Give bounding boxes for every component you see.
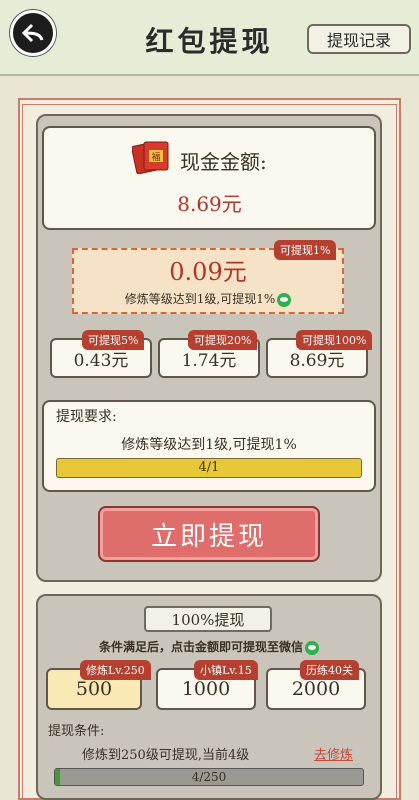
level-tag: 小镇Lv.15 — [194, 660, 258, 680]
level-tag: 修炼Lv.250 — [80, 660, 151, 680]
condition-label: 提现条件: — [48, 724, 105, 739]
requirement-text: 修炼等级达到1级,可提现1% — [121, 437, 297, 453]
requirement-progress-text: 4/1 — [198, 460, 220, 475]
level-progress-fill — [55, 769, 60, 785]
hongbao-icon: 福 — [132, 141, 169, 174]
condition-text: 修炼到250级可提现,当前4级 — [82, 748, 250, 763]
option-tag: 可提现20% — [188, 330, 258, 350]
withdraw-record-button[interactable]: 提现记录 — [307, 24, 411, 54]
wechat-icon — [277, 292, 292, 307]
wechat-icon — [305, 640, 319, 655]
level-amount: 500 — [75, 678, 113, 700]
header-bar: 红包提现 提现记录 — [0, 0, 419, 76]
condition-line: 条件满足后，点击金额即可提现至微信 — [46, 638, 372, 655]
featured-note-text: 修炼等级达到1级,可提现1% — [124, 292, 276, 306]
level-amount: 2000 — [291, 678, 341, 700]
level-tag: 历练40关 — [300, 660, 359, 680]
go-train-link[interactable]: 去修炼 — [314, 744, 353, 763]
level-amount: 1000 — [181, 678, 231, 700]
featured-note: 修炼等级达到1级,可提现1% — [72, 290, 344, 307]
requirement-title: 提现要求: — [56, 409, 117, 425]
withdraw-now-button[interactable]: 立即提现 — [98, 506, 320, 562]
cash-amount: 8.69元 — [177, 192, 242, 216]
cash-label: 现金金额: — [180, 150, 267, 174]
option-tag: 可提现100% — [296, 330, 373, 350]
level-progress-bar: 4/250 — [54, 768, 364, 786]
condition-line-text: 条件满足后，点击金额即可提现至微信 — [98, 640, 303, 654]
section-title: 100%提现 — [144, 606, 272, 632]
featured-amount: 0.09元 — [169, 258, 247, 286]
option-tag: 可提现5% — [82, 330, 145, 350]
svg-text:福: 福 — [151, 151, 160, 163]
requirement-progress-bar: 4/1 — [56, 458, 362, 478]
level-progress-text: 4/250 — [191, 770, 227, 784]
